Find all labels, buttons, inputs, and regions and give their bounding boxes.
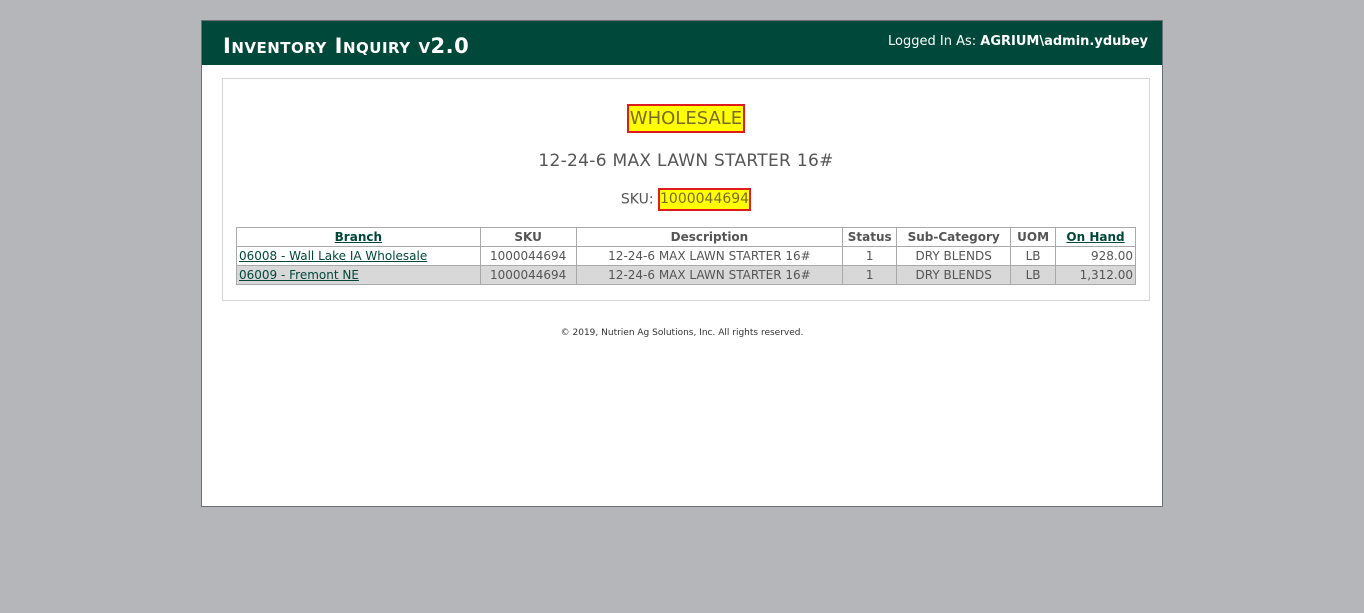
username: AGRIUM\admin.ydubey: [980, 34, 1148, 49]
status-cell: 1: [842, 265, 898, 285]
app-title: Inventory Inquiry v2.0: [223, 34, 470, 58]
app-window: Inventory Inquiry v2.0 Logged In As: AGR…: [201, 20, 1163, 507]
branch-cell[interactable]: 06009 - Fremont NE: [236, 265, 481, 285]
table-row: 06008 - Wall Lake IA Wholesale 100004469…: [236, 246, 1136, 266]
branch-cell[interactable]: 06008 - Wall Lake IA Wholesale: [236, 246, 481, 266]
column-header-uom: UOM: [1010, 227, 1057, 247]
column-header-status: Status: [842, 227, 898, 247]
column-header-sku: SKU: [479, 227, 577, 247]
uom-cell: LB: [1010, 265, 1057, 285]
column-header-sub-category: Sub-Category: [896, 227, 1012, 247]
branch-link[interactable]: 06008 - Wall Lake IA Wholesale: [239, 249, 427, 263]
logged-in-label: Logged In As:: [888, 34, 977, 49]
copyright-footer: © 2019, Nutrien Ag Solutions, Inc. All r…: [560, 328, 804, 338]
table-row: 06009 - Fremont NE 1000044694 12-24-6 MA…: [236, 265, 1136, 285]
channel-row: WHOLESALE: [223, 104, 1149, 133]
sku-cell: 1000044694: [479, 265, 577, 285]
product-title: 12-24-6 MAX LAWN STARTER 16#: [538, 151, 834, 171]
column-header-branch[interactable]: Branch: [236, 227, 481, 247]
description-cell: 12-24-6 MAX LAWN STARTER 16#: [575, 265, 844, 285]
on-hand-cell: 1,312.00: [1055, 265, 1136, 285]
sort-branch-link[interactable]: Branch: [335, 230, 382, 244]
login-info: Logged In As: AGRIUM\admin.ydubey: [888, 34, 1148, 50]
sku-row: SKU: 1000044694: [223, 188, 1149, 211]
sku-cell: 1000044694: [479, 246, 577, 266]
table-header-row: Branch SKU Description Status Sub-Catego…: [236, 227, 1136, 247]
sub-category-cell: DRY BLENDS: [896, 246, 1012, 266]
app-header: Inventory Inquiry v2.0 Logged In As: AGR…: [202, 21, 1162, 65]
uom-cell: LB: [1010, 246, 1057, 266]
sku-label: SKU:: [620, 191, 654, 208]
inventory-table: Branch SKU Description Status Sub-Catego…: [236, 227, 1136, 285]
branch-link[interactable]: 06009 - Fremont NE: [239, 268, 359, 282]
column-header-description: Description: [575, 227, 844, 247]
status-cell: 1: [842, 246, 898, 266]
column-header-on-hand[interactable]: On Hand: [1055, 227, 1136, 247]
channel-badge: WHOLESALE: [626, 104, 746, 133]
sku-value: 1000044694: [658, 188, 752, 211]
on-hand-cell: 928.00: [1055, 246, 1136, 266]
results-panel: WHOLESALE 12-24-6 MAX LAWN STARTER 16# S…: [222, 78, 1150, 301]
sub-category-cell: DRY BLENDS: [896, 265, 1012, 285]
description-cell: 12-24-6 MAX LAWN STARTER 16#: [575, 246, 844, 266]
sort-on-hand-link[interactable]: On Hand: [1066, 230, 1124, 244]
